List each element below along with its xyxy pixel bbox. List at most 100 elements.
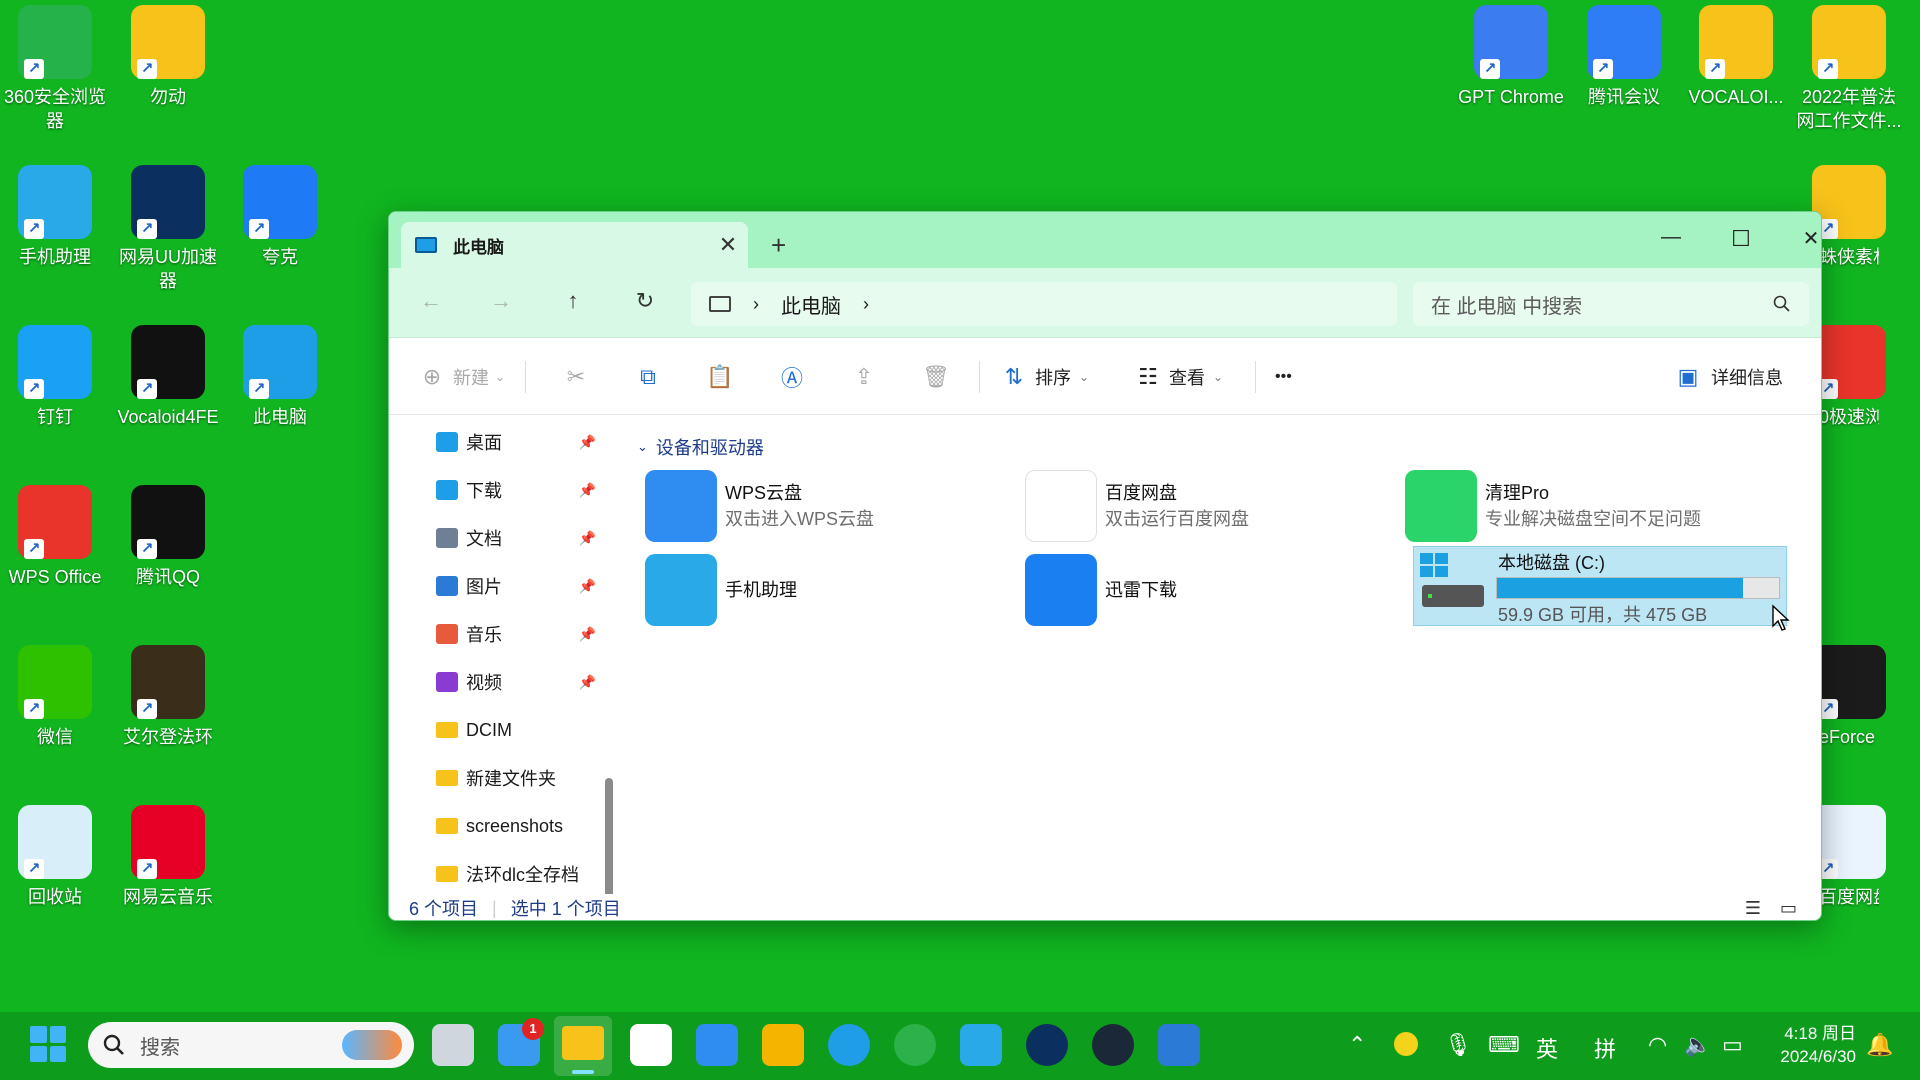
share-button[interactable]: ⇪ — [849, 361, 879, 393]
show-hidden-icons-button[interactable]: ⌃ — [1348, 1032, 1366, 1058]
desktop-icon-right-0[interactable]: ↗ GPT Chrome — [1456, 5, 1566, 109]
monitor-icon — [709, 296, 731, 312]
task-view-icon[interactable] — [432, 1024, 474, 1066]
desktop-icon-left-10[interactable]: ↗ 微信 — [0, 645, 110, 749]
delete-button[interactable]: 🗑 — [921, 361, 951, 393]
paste-button[interactable]: 📋 — [705, 361, 735, 393]
desktop-icon-left-7[interactable]: ↗ 此电脑 — [225, 325, 335, 429]
desktop-icon-right-2[interactable]: ↗ VOCALOI... — [1681, 5, 1791, 109]
tiles-view-toggle[interactable]: ▭ — [1780, 898, 1797, 919]
desktop-icon-left-0[interactable]: ↗ 360安全浏览器 — [0, 5, 110, 133]
drive-item-0[interactable]: WPS云盘 双击进入WPS云盘 — [645, 466, 1017, 546]
mail-icon[interactable] — [696, 1024, 738, 1066]
refresh-button[interactable]: ↻ — [627, 288, 663, 318]
sidebar-item-2[interactable]: 文档 📌 — [436, 518, 596, 558]
back-button[interactable]: ← — [413, 288, 449, 318]
ime-language-indicator[interactable]: 英 — [1536, 1032, 1558, 1064]
browser-360-icon[interactable] — [894, 1024, 936, 1066]
desktop-icon-left-13[interactable]: ↗ 网易云音乐 — [113, 805, 223, 909]
wps-cloud-icon — [645, 470, 717, 542]
notification-bell-icon[interactable]: 🔔 — [1866, 1032, 1893, 1058]
desktop-icon-left-3[interactable]: ↗ 网易UU加速器 — [113, 165, 223, 293]
sidebar-item-6[interactable]: DCIM — [436, 710, 596, 750]
clock[interactable]: 4:18 周日 2024/6/30 — [1758, 1022, 1856, 1068]
ime-mode-indicator[interactable]: 拼 — [1594, 1032, 1616, 1064]
download-icon — [436, 480, 458, 500]
sidebar-item-7[interactable]: 新建文件夹 — [436, 758, 596, 798]
microsoft-store-icon[interactable] — [630, 1024, 672, 1066]
drive-name: 手机助理 — [725, 580, 797, 600]
close-button[interactable]: ✕ — [1787, 226, 1821, 256]
sidebar-item-4[interactable]: 音乐 📌 — [436, 614, 596, 654]
start-button[interactable] — [30, 1026, 66, 1062]
taskbar-search[interactable]: 搜索 — [88, 1022, 414, 1068]
keyboard-icon[interactable]: ⌨ — [1488, 1032, 1520, 1058]
drive-item-2[interactable]: 清理Pro 专业解决磁盘空间不足问题 — [1405, 466, 1777, 546]
sidebar-item-1[interactable]: 下载 📌 — [436, 470, 596, 510]
details-view-toggle[interactable]: ☰ — [1745, 898, 1761, 919]
browser-360-icon: ↗ — [18, 5, 92, 79]
copy-button[interactable]: ⧉ — [633, 361, 663, 393]
forward-button[interactable]: → — [483, 288, 519, 318]
up-button[interactable]: ↑ — [555, 288, 591, 318]
desktop-icon-left-1[interactable]: ↗ 勿动 — [113, 5, 223, 109]
desktop-icon-left-4[interactable]: ↗ 夸克 — [225, 165, 335, 269]
rename-button[interactable]: Ⓐ — [777, 361, 807, 393]
more-options-button[interactable]: ••• — [1275, 361, 1292, 393]
tray-app-icon[interactable] — [1394, 1032, 1418, 1056]
wifi-icon[interactable]: ◠ — [1648, 1032, 1667, 1058]
weather-widget-icon[interactable]: 1 — [498, 1018, 544, 1066]
content-pane: ⌄ 设备和驱动器 WPS云盘 双击进入WPS云盘 百度网盘 双击运行百度网盘 清理Pro… — [617, 416, 1821, 894]
microphone-icon[interactable]: 🎙 — [1444, 1032, 1472, 1058]
steam-icon[interactable] — [1092, 1024, 1134, 1066]
tab-close-button[interactable]: ✕ — [708, 232, 748, 258]
desktop-icon-label: 勿动 — [150, 87, 186, 107]
sidebar-item-0[interactable]: 桌面 📌 — [436, 422, 596, 462]
minimize-button[interactable]: — — [1647, 226, 1695, 256]
sidebar-item-8[interactable]: screenshots — [436, 806, 596, 846]
drive-item-4[interactable]: 迅雷下载 — [1025, 550, 1397, 630]
drive-item-1[interactable]: 百度网盘 双击运行百度网盘 — [1025, 466, 1397, 546]
desktop-icon-right-1[interactable]: ↗ 腾讯会议 — [1569, 5, 1679, 109]
drive-item-3[interactable]: 手机助理 — [645, 550, 1017, 630]
cut-button[interactable]: ✂ — [561, 361, 591, 393]
view-button[interactable]: ☷ 查看 ⌄ — [1133, 361, 1223, 393]
volume-icon[interactable]: 🔈 — [1684, 1032, 1711, 1058]
photos-icon[interactable] — [1158, 1024, 1200, 1066]
address-chevron[interactable]: › — [863, 294, 869, 315]
sidebar-item-9[interactable]: 法环dlc全存档 — [436, 854, 596, 894]
desktop-icon-left-8[interactable]: ↗ WPS Office — [0, 485, 110, 589]
phone-assistant-icon[interactable] — [960, 1024, 1002, 1066]
search-input[interactable]: 在 此电脑 中搜索 — [1413, 282, 1809, 326]
desktop-icon-left-5[interactable]: ↗ 钉钉 — [0, 325, 110, 429]
sidebar-item-3[interactable]: 图片 📌 — [436, 566, 596, 606]
tab-this-pc[interactable]: 此电脑 ✕ — [401, 222, 748, 268]
scrollbar[interactable] — [605, 778, 613, 894]
battery-icon[interactable]: ▭ — [1722, 1032, 1743, 1058]
drive-name: 百度网盘 — [1105, 483, 1177, 503]
details-pane-button[interactable]: ▣ 详细信息 — [1673, 361, 1783, 393]
devices-group-header[interactable]: ⌄ 设备和驱动器 — [637, 434, 764, 460]
desktop-icon-left-9[interactable]: ↗ 腾讯QQ — [113, 485, 223, 589]
desktop-icon-left-6[interactable]: ↗ Vocaloid4FE — [113, 325, 223, 429]
shortcut-arrow-icon: ↗ — [137, 859, 157, 879]
chrome-icon[interactable] — [762, 1024, 804, 1066]
new-button[interactable]: ⊕ 新建 ⌄ — [417, 361, 505, 393]
address-bar[interactable]: › 此电脑 › — [691, 282, 1397, 326]
new-tab-button[interactable]: + — [771, 230, 786, 261]
desktop-icon-left-2[interactable]: ↗ 手机助理 — [0, 165, 110, 269]
desktop-icon-left-12[interactable]: ↗ 回收站 — [0, 805, 110, 909]
sidebar-item-5[interactable]: 视频 📌 — [436, 662, 596, 702]
breadcrumb-this-pc[interactable]: 此电脑 — [781, 290, 841, 319]
search-highlight-icon — [342, 1030, 402, 1060]
desktop-icon-right-3[interactable]: ↗ 2022年普法网工作文件... — [1794, 5, 1904, 133]
edge-icon[interactable] — [828, 1024, 870, 1066]
local-disk-c[interactable]: 本地磁盘 (C:) 59.9 GB 可用，共 475 GB — [1413, 546, 1787, 626]
desktop-icon-left-11[interactable]: ↗ 艾尔登法环 — [113, 645, 223, 749]
maximize-button[interactable]: ☐ — [1717, 226, 1765, 256]
sort-button[interactable]: ⇅ 排序 ⌄ — [999, 361, 1089, 393]
address-chevron[interactable]: › — [753, 294, 759, 315]
shortcut-arrow-icon: ↗ — [1593, 59, 1613, 79]
uu-accelerator-icon[interactable] — [1026, 1024, 1068, 1066]
file-explorer-taskbar-active[interactable] — [554, 1016, 612, 1076]
